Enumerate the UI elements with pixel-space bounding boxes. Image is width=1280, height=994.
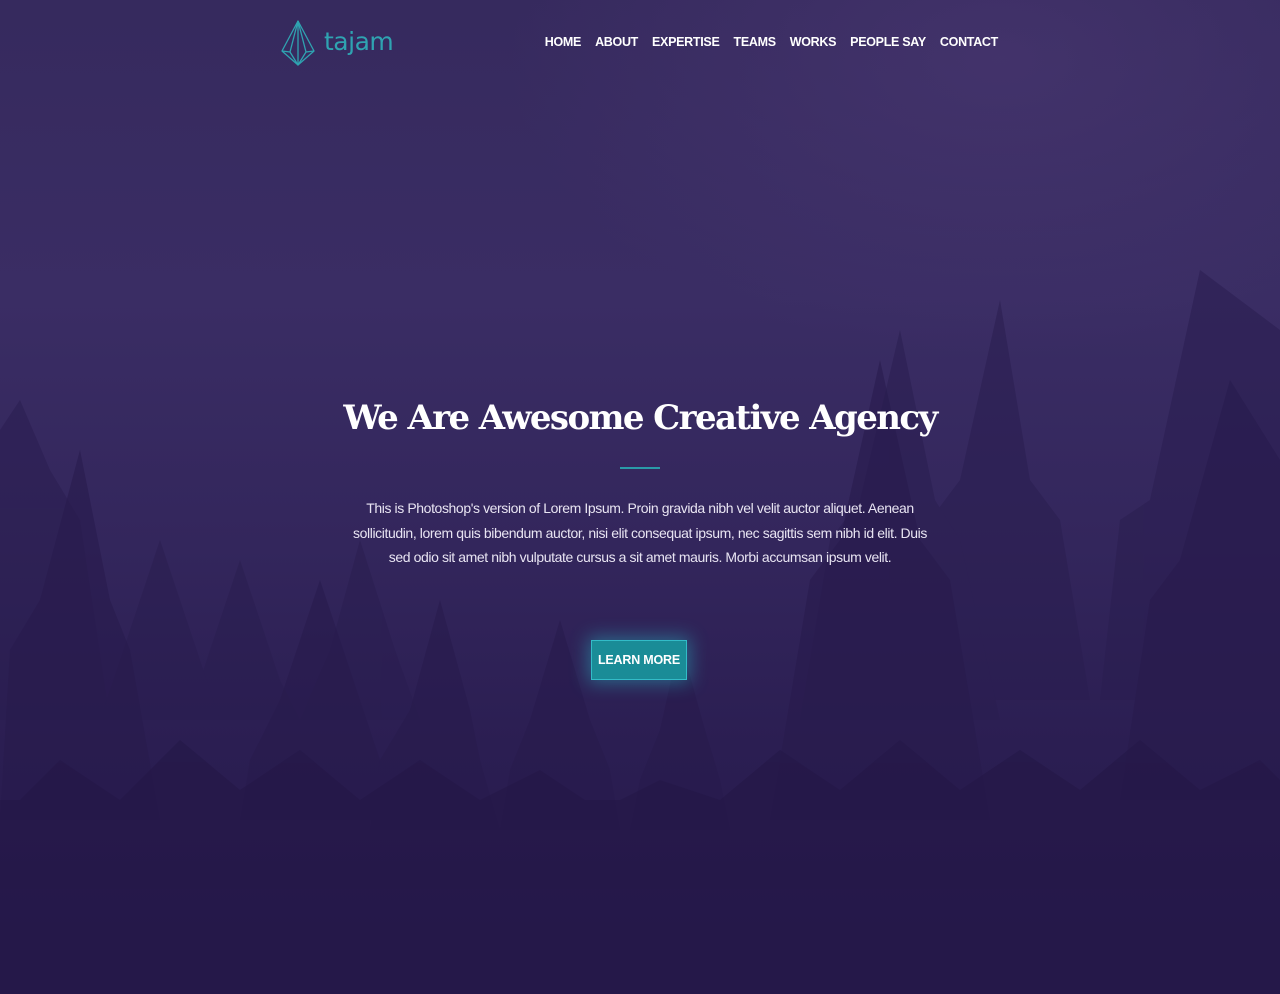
nav-item-home[interactable]: HOME xyxy=(545,35,582,49)
hero-headline: We Are Awesome Creative Agency xyxy=(343,398,938,438)
brand-name: tajam xyxy=(324,26,394,56)
brand-logo[interactable]: tajam xyxy=(280,18,394,68)
headline-divider xyxy=(620,467,660,469)
nav-item-expertise[interactable]: EXPERTISE xyxy=(652,35,720,49)
nav-item-works[interactable]: WORKS xyxy=(790,35,837,49)
nav-item-contact[interactable]: CONTACT xyxy=(940,35,998,49)
hero-section: tajam HOME ABOUT EXPERTISE TEAMS WORKS P… xyxy=(0,0,1280,994)
learn-more-button[interactable]: LEARN MORE xyxy=(591,640,687,680)
top-navigation: tajam HOME ABOUT EXPERTISE TEAMS WORKS P… xyxy=(280,18,1000,68)
hero-content: We Are Awesome Creative Agency This is P… xyxy=(340,390,940,570)
paper-plane-icon xyxy=(281,20,315,66)
hero-description: This is Photoshop's version of Lorem Ips… xyxy=(353,500,927,565)
nav-item-people-say[interactable]: PEOPLE SAY xyxy=(850,35,926,49)
nav-item-teams[interactable]: TEAMS xyxy=(733,35,776,49)
main-menu: HOME ABOUT EXPERTISE TEAMS WORKS PEOPLE … xyxy=(545,35,999,49)
nav-item-about[interactable]: ABOUT xyxy=(595,35,638,49)
